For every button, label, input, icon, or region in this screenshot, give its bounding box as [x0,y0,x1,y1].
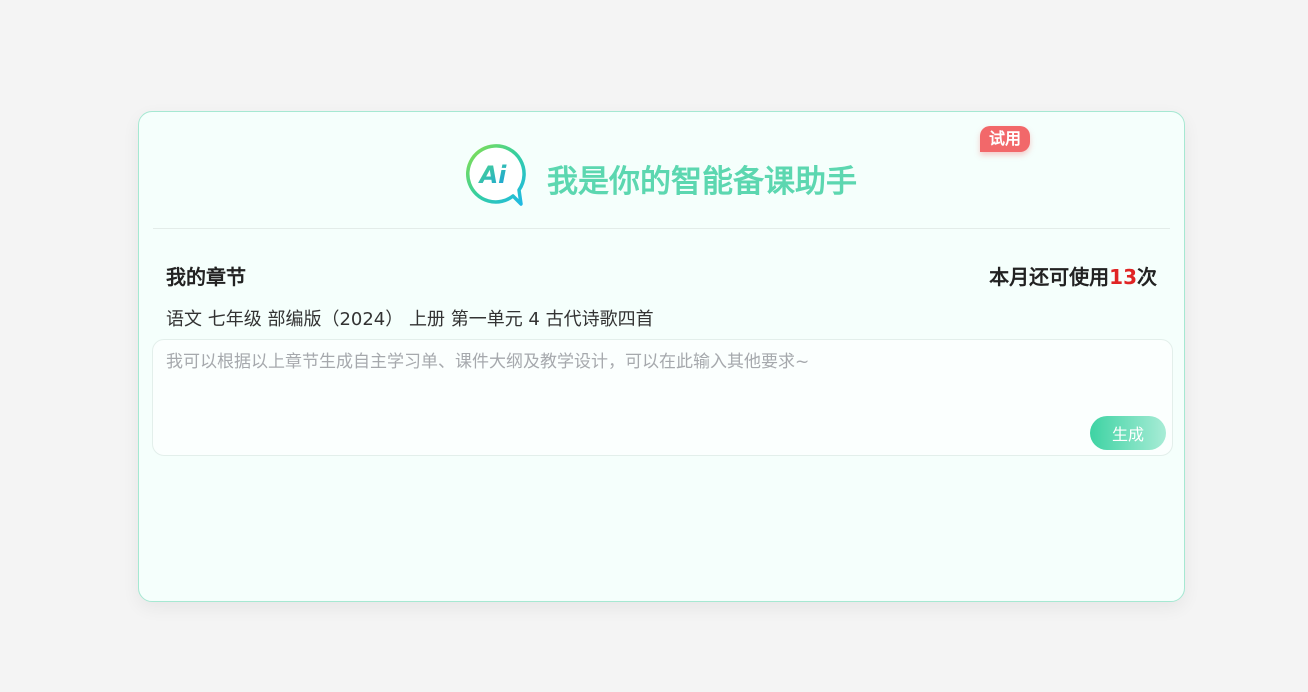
page-title: 我是你的智能备课助手 [547,164,857,200]
ai-logo-icon: Ai [466,144,526,206]
usage-count: 13 [1109,265,1137,289]
trial-badge: 试用 [980,126,1030,152]
chapter-label: 我的章节 [166,265,246,289]
assistant-header: Ai 我是你的智能备课助手 试用 [153,112,1170,229]
requirements-input[interactable] [166,347,1156,417]
usage-remaining: 本月还可使用13次 [989,261,1157,290]
usage-suffix: 次 [1137,265,1157,289]
requirements-box: 生成 [152,339,1173,456]
logo-text: Ai [478,161,508,189]
assistant-card: Ai 我是你的智能备课助手 试用 我的章节 本月还可使用13次 语文 七年级 部… [138,111,1185,602]
usage-prefix: 本月还可使用 [989,265,1110,289]
generate-button[interactable]: 生成 [1090,416,1166,450]
chapter-path: 语文 七年级 部编版（2024） 上册 第一单元 4 古代诗歌四首 [166,309,654,330]
